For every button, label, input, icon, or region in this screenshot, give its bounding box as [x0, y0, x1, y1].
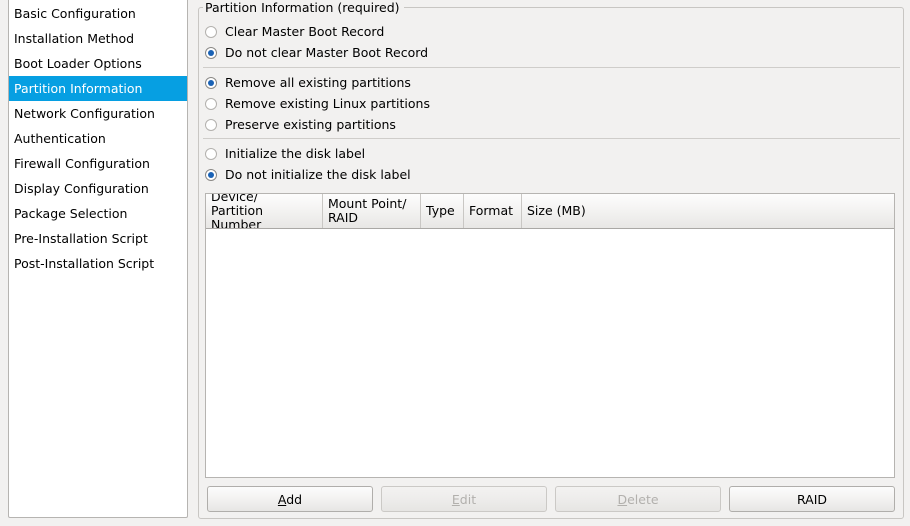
delete-button-mnemonic: D — [617, 491, 628, 507]
radio-label: Preserve existing partitions — [225, 117, 396, 132]
partition-action-buttons: Add Edit Delete RAID — [207, 486, 895, 512]
radio-do-not-initialize-disk-label[interactable]: Do not initialize the disk label — [205, 165, 411, 185]
partition-table: Device/ Partition Number Mount Point/ RA… — [205, 193, 895, 478]
radio-label: Initialize the disk label — [225, 146, 366, 161]
sidebar-item-basic-configuration[interactable]: Basic Configuration — [9, 1, 187, 26]
column-header-line2: RAID — [328, 210, 359, 225]
column-header-line1: Size (MB) — [527, 203, 586, 218]
raid-button[interactable]: RAID — [729, 486, 895, 512]
sidebar-item-display-configuration[interactable]: Display Configuration — [9, 176, 187, 201]
separator-1 — [203, 67, 900, 68]
column-header-line1: Format — [469, 203, 514, 218]
delete-button-label: elete — [627, 491, 659, 507]
separator-2 — [203, 138, 900, 139]
radio-do-not-clear-mbr[interactable]: Do not clear Master Boot Record — [205, 43, 428, 63]
radio-indicator-unchecked-icon[interactable] — [205, 98, 217, 110]
sidebar-item-label: Display Configuration — [14, 181, 149, 196]
table-column-header-type[interactable]: Type — [421, 194, 464, 228]
radio-indicator-unchecked-icon[interactable] — [205, 26, 217, 38]
add-button-label: dd — [286, 491, 303, 507]
sidebar-item-boot-loader-options[interactable]: Boot Loader Options — [9, 51, 187, 76]
radio-label: Do not clear Master Boot Record — [225, 45, 429, 60]
sidebar-item-label: Partition Information — [14, 81, 143, 96]
radio-indicator-unchecked-icon[interactable] — [205, 148, 217, 160]
sidebar-item-label: Post-Installation Script — [14, 256, 155, 271]
radio-indicator-checked-icon[interactable] — [205, 47, 217, 59]
sidebar-item-partition-information[interactable]: Partition Information — [9, 76, 187, 101]
table-column-header-mount-point-raid[interactable]: Mount Point/ RAID — [323, 194, 421, 228]
radio-label: Remove all existing partitions — [225, 75, 411, 90]
sidebar-list[interactable]: Basic Configuration Installation Method … — [9, 1, 187, 276]
column-header-line1: Mount Point/ — [328, 196, 407, 211]
sidebar-item-label: Firewall Configuration — [14, 156, 150, 171]
sidebar-item-package-selection[interactable]: Package Selection — [9, 201, 187, 226]
sidebar-item-label: Pre-Installation Script — [14, 231, 148, 246]
table-body-empty[interactable] — [206, 229, 894, 477]
sidebar-item-installation-method[interactable]: Installation Method — [9, 26, 187, 51]
sidebar-panel: Basic Configuration Installation Method … — [8, 0, 188, 518]
radio-indicator-unchecked-icon[interactable] — [205, 119, 217, 131]
raid-button-label: RAID — [796, 491, 828, 507]
column-header-line1: Type — [426, 203, 455, 218]
radio-label: Remove existing Linux partitions — [225, 96, 430, 111]
sidebar-item-authentication[interactable]: Authentication — [9, 126, 187, 151]
sidebar-item-label: Basic Configuration — [14, 6, 136, 21]
sidebar-item-firewall-configuration[interactable]: Firewall Configuration — [9, 151, 187, 176]
radio-label: Do not initialize the disk label — [225, 167, 411, 182]
sidebar-item-label: Installation Method — [14, 31, 135, 46]
edit-button[interactable]: Edit — [381, 486, 547, 512]
radio-indicator-checked-icon[interactable] — [205, 169, 217, 181]
radio-preserve-existing-partitions[interactable]: Preserve existing partitions — [205, 115, 396, 135]
table-column-header-size-mb[interactable]: Size (MB) — [522, 194, 894, 228]
add-button-mnemonic: A — [277, 491, 287, 507]
sidebar-item-network-configuration[interactable]: Network Configuration — [9, 101, 187, 126]
add-button[interactable]: Add — [207, 486, 373, 512]
radio-initialize-disk-label[interactable]: Initialize the disk label — [205, 144, 365, 164]
sidebar-item-post-installation-script[interactable]: Post-Installation Script — [9, 251, 187, 276]
table-column-header-format[interactable]: Format — [464, 194, 522, 228]
sidebar-item-pre-installation-script[interactable]: Pre-Installation Script — [9, 226, 187, 251]
table-column-header-device-partition-number[interactable]: Device/ Partition Number — [206, 194, 323, 228]
sidebar-item-label: Authentication — [14, 131, 106, 146]
groupbox-legend: Partition Information (required) — [203, 0, 404, 16]
radio-remove-all-existing-partitions[interactable]: Remove all existing partitions — [205, 73, 411, 93]
edit-button-mnemonic: E — [451, 491, 460, 507]
edit-button-label: dit — [459, 491, 477, 507]
radio-clear-mbr[interactable]: Clear Master Boot Record — [205, 22, 384, 42]
sidebar-item-label: Boot Loader Options — [14, 56, 142, 71]
radio-label: Clear Master Boot Record — [225, 24, 385, 39]
radio-indicator-checked-icon[interactable] — [205, 77, 217, 89]
table-header-row: Device/ Partition Number Mount Point/ RA… — [206, 194, 894, 229]
radio-remove-existing-linux-partitions[interactable]: Remove existing Linux partitions — [205, 94, 430, 114]
column-header-line2: Partition Number — [211, 203, 264, 229]
sidebar-item-label: Package Selection — [14, 206, 128, 221]
delete-button[interactable]: Delete — [555, 486, 721, 512]
sidebar-item-label: Network Configuration — [14, 106, 155, 121]
